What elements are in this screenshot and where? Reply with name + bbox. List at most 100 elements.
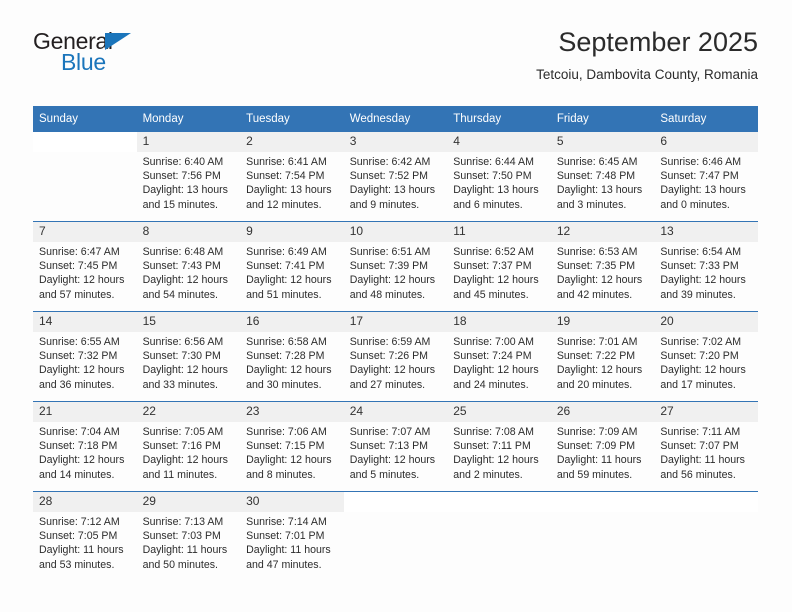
calendar-day-cell[interactable]: 14 Sunrise: 6:55 AM Sunset: 7:32 PM Dayligh… xyxy=(33,311,137,402)
calendar-day-cell[interactable]: 5 Sunrise: 6:45 AM Sunset: 7:48 PM Daylight… xyxy=(550,132,655,222)
daylight-duration-line1: Daylight: 12 hours xyxy=(39,364,125,377)
day-number xyxy=(550,492,655,512)
day-details: Sunrise: 6:41 AM Sunset: 7:54 PM Daylight:… xyxy=(240,152,344,212)
calendar-day-cell[interactable]: 22 Sunrise: 7:05 AM Sunset: 7:16 PM Dayligh… xyxy=(136,401,241,492)
sunset-time: Sunset: 7:45 PM xyxy=(39,260,118,273)
day-details: Sunrise: 6:52 AM Sunset: 7:37 PM Daylight:… xyxy=(447,242,551,302)
daylight-duration-line1: Daylight: 11 hours xyxy=(39,544,124,557)
day-details: Sunrise: 6:58 AM Sunset: 7:28 PM Daylight:… xyxy=(240,332,344,392)
daylight-duration-line1: Daylight: 13 hours xyxy=(556,184,643,197)
calendar-day-cell[interactable]: 4 Sunrise: 6:44 AM Sunset: 7:50 PM Daylight… xyxy=(447,132,551,222)
daylight-duration-line2: and 45 minutes. xyxy=(453,288,529,301)
calendar-day-cell[interactable]: 15 Sunrise: 6:56 AM Sunset: 7:30 PM Dayligh… xyxy=(136,311,241,402)
calendar-day-cell[interactable]: 25 Sunrise: 7:08 AM Sunset: 7:11 PM Dayligh… xyxy=(447,401,551,492)
daylight-duration-line1: Daylight: 12 hours xyxy=(349,364,436,377)
calendar-day-cell[interactable]: 12 Sunrise: 6:53 AM Sunset: 7:35 PM Dayligh… xyxy=(550,221,655,312)
sunset-time: Sunset: 7:15 PM xyxy=(246,440,325,453)
day-details: Sunrise: 6:48 AM Sunset: 7:43 PM Daylight:… xyxy=(137,242,241,302)
daylight-duration-line1: Daylight: 12 hours xyxy=(246,274,332,287)
calendar-day-cell[interactable]: 27 Sunrise: 7:11 AM Sunset: 7:07 PM Dayligh… xyxy=(654,401,758,492)
calendar-day-cell[interactable]: 1 Sunrise: 6:40 AM Sunset: 7:56 PM Daylight… xyxy=(136,132,241,222)
calendar-day-cell[interactable]: 13 Sunrise: 6:54 AM Sunset: 7:33 PM Dayligh… xyxy=(654,221,758,312)
day-number: 1 xyxy=(136,132,241,152)
day-details: Sunrise: 6:47 AM Sunset: 7:45 PM Daylight:… xyxy=(33,242,137,302)
day-number xyxy=(343,492,448,512)
day-number: 11 xyxy=(447,222,551,242)
daylight-duration-line2: and 51 minutes. xyxy=(246,288,322,301)
calendar-day-cell[interactable]: 11 Sunrise: 6:52 AM Sunset: 7:37 PM Dayligh… xyxy=(447,221,551,312)
sunrise-time: Sunrise: 6:42 AM xyxy=(349,156,431,168)
day-number: 25 xyxy=(447,402,551,422)
day-number xyxy=(654,492,758,512)
calendar-day-cell[interactable]: 23 Sunrise: 7:06 AM Sunset: 7:15 PM Dayligh… xyxy=(240,401,344,492)
calendar-day-cell[interactable]: 9 Sunrise: 6:49 AM Sunset: 7:41 PM Daylight… xyxy=(240,221,344,312)
day-details: Sunrise: 7:13 AM Sunset: 7:03 PM Daylight:… xyxy=(137,512,241,572)
day-details: Sunrise: 7:05 AM Sunset: 7:16 PM Daylight:… xyxy=(137,422,241,482)
daylight-duration-line1: Daylight: 12 hours xyxy=(142,274,228,287)
weekday-header-tuesday: Tuesday xyxy=(240,106,344,132)
daylight-duration-line2: and 14 minutes. xyxy=(39,468,115,481)
day-number: 14 xyxy=(33,312,137,332)
calendar-day-cell[interactable]: 6 Sunrise: 6:46 AM Sunset: 7:47 PM Daylight… xyxy=(654,132,758,222)
logo-triangle-icon xyxy=(105,33,131,50)
day-number: 9 xyxy=(240,222,344,242)
day-number: 13 xyxy=(654,222,758,242)
sunrise-time: Sunrise: 7:04 AM xyxy=(39,426,120,438)
day-number: 6 xyxy=(654,132,758,152)
sunrise-time: Sunrise: 6:52 AM xyxy=(453,246,534,258)
daylight-duration-line1: Daylight: 13 hours xyxy=(142,184,228,197)
calendar-day-cell[interactable]: 18 Sunrise: 7:00 AM Sunset: 7:24 PM Dayligh… xyxy=(447,311,551,402)
day-number: 28 xyxy=(33,492,137,512)
calendar-day-cell[interactable]: 17 Sunrise: 6:59 AM Sunset: 7:26 PM Dayligh… xyxy=(343,311,448,402)
daylight-duration-line2: and 6 minutes. xyxy=(453,198,523,211)
calendar-day-cell[interactable]: 30 Sunrise: 7:14 AM Sunset: 7:01 PM Dayligh… xyxy=(240,491,344,581)
calendar-day-cell[interactable]: 16 Sunrise: 6:58 AM Sunset: 7:28 PM Dayligh… xyxy=(240,311,344,402)
daylight-duration-line2: and 47 minutes. xyxy=(246,558,322,571)
calendar-day-cell[interactable]: 29 Sunrise: 7:13 AM Sunset: 7:03 PM Dayligh… xyxy=(136,491,241,581)
sunset-time: Sunset: 7:33 PM xyxy=(660,260,739,273)
sunset-time: Sunset: 7:22 PM xyxy=(556,350,636,363)
day-number: 27 xyxy=(654,402,758,422)
sunset-time: Sunset: 7:32 PM xyxy=(39,350,118,363)
sunset-time: Sunset: 7:41 PM xyxy=(246,260,325,273)
day-details: Sunrise: 7:07 AM Sunset: 7:13 PM Daylight:… xyxy=(344,422,448,482)
calendar-day-cell[interactable]: 7 Sunrise: 6:47 AM Sunset: 7:45 PM Daylight… xyxy=(33,221,137,312)
day-details: Sunrise: 7:02 AM Sunset: 7:20 PM Daylight:… xyxy=(654,332,758,392)
calendar-body: 1 Sunrise: 6:40 AM Sunset: 7:56 PM Daylight… xyxy=(33,132,758,581)
calendar-day-cell[interactable]: 20 Sunrise: 7:02 AM Sunset: 7:20 PM Dayligh… xyxy=(654,311,758,402)
sunrise-time: Sunrise: 7:11 AM xyxy=(660,426,741,438)
daylight-duration-line2: and 5 minutes. xyxy=(349,468,420,481)
calendar-day-cell[interactable]: 28 Sunrise: 7:12 AM Sunset: 7:05 PM Dayligh… xyxy=(33,491,137,581)
calendar-day-cell[interactable]: 3 Sunrise: 6:42 AM Sunset: 7:52 PM Daylight… xyxy=(343,132,448,222)
daylight-duration-line1: Daylight: 12 hours xyxy=(39,274,125,287)
sunrise-time: Sunrise: 7:06 AM xyxy=(246,426,327,438)
calendar-day-cell[interactable]: 2 Sunrise: 6:41 AM Sunset: 7:54 PM Daylight… xyxy=(240,132,344,222)
calendar-day-cell[interactable]: 24 Sunrise: 7:07 AM Sunset: 7:13 PM Dayligh… xyxy=(343,401,448,492)
daylight-duration-line2: and 59 minutes. xyxy=(556,468,633,481)
daylight-duration-line2: and 17 minutes. xyxy=(660,378,736,391)
day-details: Sunrise: 6:51 AM Sunset: 7:39 PM Daylight:… xyxy=(344,242,448,302)
calendar-day-cell[interactable]: 21 Sunrise: 7:04 AM Sunset: 7:18 PM Dayligh… xyxy=(33,401,137,492)
sunrise-time: Sunrise: 7:13 AM xyxy=(142,516,224,528)
calendar-day-cell[interactable]: 8 Sunrise: 6:48 AM Sunset: 7:43 PM Daylight… xyxy=(136,221,241,312)
daylight-duration-line1: Daylight: 12 hours xyxy=(39,454,125,467)
day-number: 7 xyxy=(33,222,137,242)
day-number: 23 xyxy=(240,402,344,422)
calendar-page: General Blue September 2025 Tetcoiu, Dam… xyxy=(0,0,792,612)
daylight-duration-line1: Daylight: 12 hours xyxy=(349,274,436,287)
sunset-time: Sunset: 7:48 PM xyxy=(556,170,636,183)
calendar-day-cell[interactable]: 19 Sunrise: 7:01 AM Sunset: 7:22 PM Dayligh… xyxy=(550,311,655,402)
calendar-day-cell[interactable]: 26 Sunrise: 7:09 AM Sunset: 7:09 PM Dayligh… xyxy=(550,401,655,492)
sunset-time: Sunset: 7:47 PM xyxy=(660,170,739,183)
day-details: Sunrise: 6:53 AM Sunset: 7:35 PM Daylight:… xyxy=(551,242,655,302)
day-details: Sunrise: 7:11 AM Sunset: 7:07 PM Daylight:… xyxy=(654,422,758,482)
day-number: 8 xyxy=(136,222,241,242)
sunrise-time: Sunrise: 7:01 AM xyxy=(556,336,638,348)
sunset-time: Sunset: 7:03 PM xyxy=(142,530,221,543)
sunset-time: Sunset: 7:05 PM xyxy=(39,530,118,543)
day-details: Sunrise: 7:14 AM Sunset: 7:01 PM Daylight:… xyxy=(240,512,344,572)
calendar-day-cell[interactable]: 10 Sunrise: 6:51 AM Sunset: 7:39 PM Dayligh… xyxy=(343,221,448,312)
day-details: Sunrise: 6:55 AM Sunset: 7:32 PM Daylight:… xyxy=(33,332,137,392)
day-details: Sunrise: 6:54 AM Sunset: 7:33 PM Daylight:… xyxy=(654,242,758,302)
daylight-duration-line2: and 53 minutes. xyxy=(39,558,115,571)
